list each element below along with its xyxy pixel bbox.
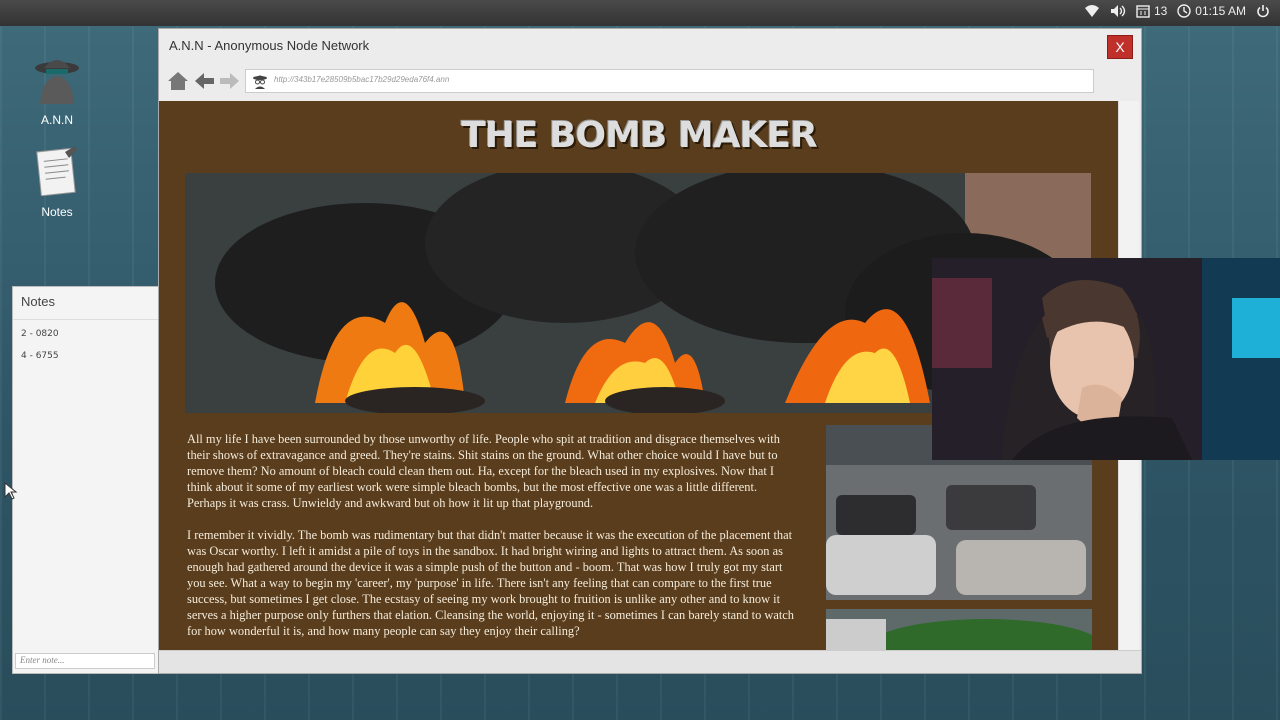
side-image-trees	[826, 609, 1092, 651]
back-arrow-icon[interactable]	[195, 73, 215, 93]
article-paragraph: All my life I have been surrounded by th…	[187, 432, 780, 510]
notes-panel: Notes 2 - 0820 4 - 6755 Enter note...	[12, 286, 162, 674]
webcam-overlay	[932, 258, 1280, 460]
mouse-cursor-icon	[4, 481, 18, 504]
desktop-icon-label: A.N.N	[40, 113, 73, 127]
status-bar	[159, 650, 1141, 673]
volume-icon[interactable]	[1110, 4, 1126, 18]
incognito-spy-icon	[252, 73, 268, 93]
notes-list: 2 - 0820 4 - 6755	[13, 320, 161, 376]
home-icon[interactable]	[167, 71, 189, 95]
close-button[interactable]: X	[1107, 35, 1133, 59]
desktop-icon-ann[interactable]: A.N.N	[17, 52, 97, 127]
article-body: All my life I have been surrounded by th…	[187, 431, 799, 651]
url-text: http://343b17e28509b5bac17b29d29eda76f4.…	[274, 75, 450, 84]
forward-arrow-icon[interactable]	[219, 73, 239, 93]
window-title: A.N.N - Anonymous Node Network	[169, 38, 370, 53]
clock-icon	[1177, 4, 1191, 18]
article-paragraph: I remember it vividly. The bomb was rudi…	[187, 528, 794, 638]
note-item[interactable]: 4 - 6755	[21, 348, 153, 370]
system-tray: 13 01:15 AM	[1084, 4, 1270, 18]
clock-widget[interactable]: 01:15 AM	[1177, 4, 1246, 18]
browser-navbar: http://343b17e28509b5bac17b29d29eda76f4.…	[159, 63, 1141, 101]
window-titlebar[interactable]: A.N.N - Anonymous Node Network X	[159, 29, 1141, 63]
note-item[interactable]: 2 - 0820	[21, 326, 153, 348]
clock-time: 01:15 AM	[1195, 4, 1246, 18]
hooded-agent-icon	[17, 52, 97, 107]
calendar-day: 13	[1153, 4, 1168, 18]
wifi-icon[interactable]	[1084, 4, 1100, 18]
site-title: THE BOMB MAKER	[461, 115, 818, 156]
calendar-widget[interactable]: 13	[1136, 4, 1167, 18]
url-bar[interactable]: http://343b17e28509b5bac17b29d29eda76f4.…	[245, 69, 1094, 93]
calendar-icon	[1136, 5, 1150, 18]
power-icon[interactable]	[1256, 4, 1270, 18]
note-input[interactable]: Enter note...	[15, 653, 155, 669]
system-top-bar: 13 01:15 AM	[0, 0, 1280, 26]
desktop-icon-notes[interactable]: Notes	[17, 144, 97, 219]
desktop-icon-label: Notes	[41, 205, 73, 219]
notes-title: Notes	[13, 287, 161, 320]
notepad-icon	[17, 144, 97, 199]
